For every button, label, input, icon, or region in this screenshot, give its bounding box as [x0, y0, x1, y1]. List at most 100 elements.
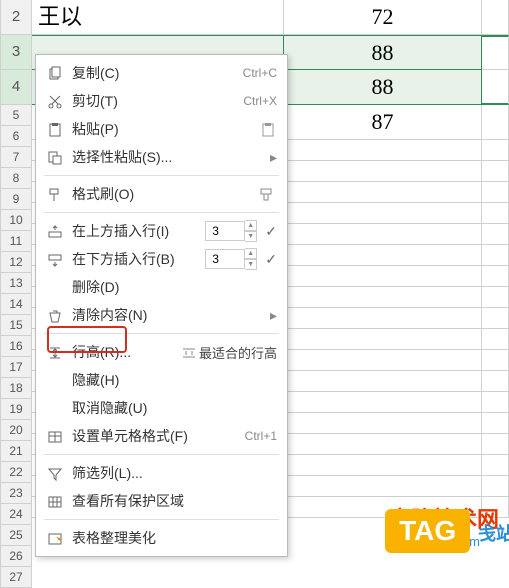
insert-below-count[interactable]	[205, 249, 245, 269]
confirm-icon[interactable]: ✓	[265, 223, 277, 240]
cell[interactable]	[482, 105, 509, 140]
row-header-14[interactable]: 14	[0, 294, 32, 315]
menu-format-painter[interactable]: 格式刷(O)	[36, 180, 287, 208]
menu-label: 复制(C)	[66, 63, 243, 83]
cell[interactable]	[482, 0, 509, 35]
menu-filter[interactable]: 筛选列(L)...	[36, 459, 287, 487]
menu-label: 粘贴(P)	[66, 119, 277, 139]
row-header-10[interactable]: 10	[0, 210, 32, 231]
row-header-6[interactable]: 6	[0, 126, 32, 147]
cell[interactable]: 87	[284, 105, 482, 140]
format-painter-icon	[44, 185, 66, 202]
row-header-25[interactable]: 25	[0, 525, 32, 546]
row-header-21[interactable]: 21	[0, 441, 32, 462]
menu-format-cells[interactable]: 设置单元格格式(F) Ctrl+1	[36, 422, 287, 450]
menu-hide[interactable]: 隐藏(H)	[36, 366, 287, 394]
row-header-15[interactable]: 15	[0, 315, 32, 336]
cell[interactable]	[482, 35, 509, 70]
row-header-4[interactable]: 4	[0, 70, 32, 105]
shortcut: Ctrl+1	[245, 429, 277, 443]
cell[interactable]: 王以	[32, 0, 284, 35]
stepper[interactable]: ▲▼	[245, 220, 257, 242]
menu-delete[interactable]: 删除(D)	[36, 273, 287, 301]
menu-copy[interactable]: 复制(C) Ctrl+C	[36, 59, 287, 87]
row-header-22[interactable]: 22	[0, 462, 32, 483]
menu-insert-below[interactable]: 在下方插入行(B) ▲▼ ✓	[36, 245, 287, 273]
clear-icon	[44, 306, 66, 323]
row-header-27[interactable]: 27	[0, 567, 32, 588]
insert-above-count[interactable]	[205, 221, 245, 241]
menu-paste-special[interactable]: 选择性粘贴(S)... ▸	[36, 143, 287, 171]
menu-paste[interactable]: 粘贴(P)	[36, 115, 287, 143]
row-header-13[interactable]: 13	[0, 273, 32, 294]
row-header-20[interactable]: 20	[0, 420, 32, 441]
brush-icon[interactable]	[257, 185, 277, 202]
separator	[44, 519, 279, 520]
menu-label: 行高(R)...	[66, 342, 131, 362]
separator	[44, 333, 279, 334]
row-header-17[interactable]: 17	[0, 357, 32, 378]
cut-icon	[44, 92, 66, 109]
cell[interactable]: 72	[284, 0, 482, 35]
table-row: 王以 72	[32, 0, 509, 35]
confirm-icon[interactable]: ✓	[265, 251, 277, 268]
autofit-label[interactable]: 最适合的行高	[199, 343, 277, 362]
watermark-tag: TAG 戋站	[385, 509, 509, 553]
menu-label: 删除(D)	[66, 277, 277, 297]
submenu-arrow-icon: ▸	[270, 149, 277, 166]
menu-label: 在上方插入行(I)	[66, 221, 205, 241]
filter-icon	[44, 464, 66, 481]
separator	[44, 212, 279, 213]
row-height-icon	[44, 343, 66, 360]
row-header-23[interactable]: 23	[0, 483, 32, 504]
menu-label: 筛选列(L)...	[66, 463, 277, 483]
row-header-8[interactable]: 8	[0, 168, 32, 189]
row-header-12[interactable]: 12	[0, 252, 32, 273]
insert-row-below-icon	[44, 250, 66, 267]
menu-label: 剪切(T)	[66, 91, 243, 111]
context-menu: 复制(C) Ctrl+C 剪切(T) Ctrl+X 粘贴(P) 选择性粘贴(S)…	[35, 54, 288, 557]
row-header-11[interactable]: 11	[0, 231, 32, 252]
menu-label: 清除内容(N)	[66, 305, 270, 325]
cell[interactable]	[482, 70, 509, 105]
row-header-16[interactable]: 16	[0, 336, 32, 357]
row-header-3[interactable]: 3	[0, 35, 32, 70]
paste-icon	[44, 120, 66, 137]
menu-row-height[interactable]: 行高(R)... 最适合的行高	[36, 338, 287, 366]
protection-icon	[44, 492, 66, 509]
menu-unhide[interactable]: 取消隐藏(U)	[36, 394, 287, 422]
stepper[interactable]: ▲▼	[245, 248, 257, 270]
cell[interactable]: 88	[284, 35, 482, 70]
menu-beautify[interactable]: 表格整理美化	[36, 524, 287, 552]
menu-cut[interactable]: 剪切(T) Ctrl+X	[36, 87, 287, 115]
menu-insert-above[interactable]: 在上方插入行(I) ▲▼ ✓	[36, 217, 287, 245]
format-cells-icon	[44, 427, 66, 444]
menu-label: 格式刷(O)	[66, 184, 134, 204]
separator	[44, 175, 279, 176]
separator	[44, 454, 279, 455]
tag-label: TAG	[385, 509, 470, 553]
row-header-7[interactable]: 7	[0, 147, 32, 168]
menu-label: 取消隐藏(U)	[66, 398, 277, 418]
row-header-19[interactable]: 19	[0, 399, 32, 420]
row-header-24[interactable]: 24	[0, 504, 32, 525]
menu-label: 在下方插入行(B)	[66, 249, 205, 269]
insert-row-above-icon	[44, 222, 66, 239]
row-header-26[interactable]: 26	[0, 546, 32, 567]
shortcut: Ctrl+X	[243, 94, 277, 108]
menu-protection[interactable]: 查看所有保护区域	[36, 487, 287, 515]
row-header-5[interactable]: 5	[0, 105, 32, 126]
cell[interactable]: 88	[284, 70, 482, 105]
row-header-18[interactable]: 18	[0, 378, 32, 399]
paste-options-icon[interactable]	[261, 120, 277, 137]
menu-label: 表格整理美化	[66, 528, 277, 548]
menu-clear[interactable]: 清除内容(N) ▸	[36, 301, 287, 329]
row-header-9[interactable]: 9	[0, 189, 32, 210]
menu-label: 查看所有保护区域	[66, 491, 277, 511]
shortcut: Ctrl+C	[243, 66, 277, 80]
copy-icon	[44, 64, 66, 81]
menu-label: 选择性粘贴(S)...	[66, 147, 270, 167]
row-header-2[interactable]: 2	[0, 0, 32, 35]
autofit-icon[interactable]	[179, 343, 199, 360]
paste-special-icon	[44, 148, 66, 165]
